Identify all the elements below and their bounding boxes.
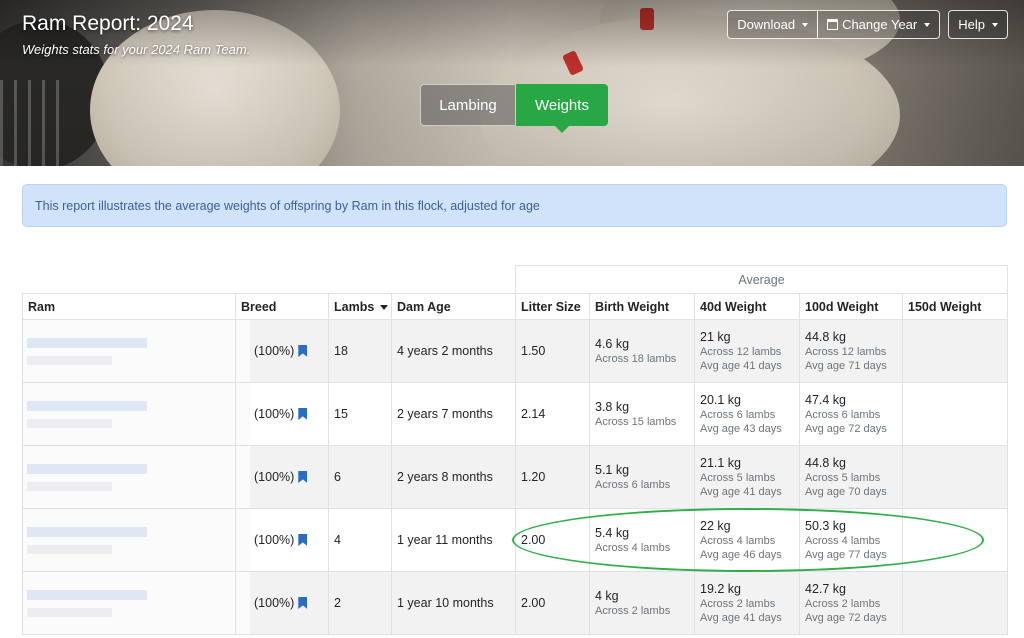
birth-weight-cell: 5.1 kg Across 6 lambs <box>589 445 695 509</box>
100d-weight-cell: 47.4 kg Across 6 lambs Avg age 72 days <box>799 382 903 446</box>
bookmark-icon[interactable] <box>298 345 308 357</box>
info-alert: This report illustrates the average weig… <box>22 184 1007 227</box>
redacted-ram-name <box>23 509 259 571</box>
table-row: (100%) 4 1 year 11 months 2.00 5.4 kg Acr… <box>22 508 1008 572</box>
table-row: (100%) 18 4 years 2 months 1.50 4.6 kg Ac… <box>22 319 1008 383</box>
dam-age-cell: 2 years 8 months <box>391 445 516 509</box>
150d-weight-cell <box>902 571 1008 635</box>
table-row: (100%) 6 2 years 8 months 1.20 5.1 kg Acr… <box>22 445 1008 509</box>
40d-weight-cell: 22 kg Across 4 lambs Avg age 46 days <box>694 508 800 572</box>
tab-weights[interactable]: Weights <box>516 84 608 133</box>
40d-weight-cell: 21 kg Across 12 lambs Avg age 41 days <box>694 319 800 383</box>
change-year-button[interactable]: Change Year <box>817 10 941 39</box>
ram-name-cell[interactable] <box>22 382 259 446</box>
ram-name-cell[interactable] <box>22 445 259 509</box>
table-row: (100%) 15 2 years 7 months 2.14 3.8 kg Ac… <box>22 382 1008 446</box>
bookmark-icon[interactable] <box>298 534 308 546</box>
download-button[interactable]: Download <box>727 10 819 39</box>
col-header-breed[interactable]: Breed <box>235 293 329 320</box>
table-row: (100%) 2 1 year 10 months 2.00 4 kg Acros… <box>22 571 1008 635</box>
ram-name-cell[interactable] <box>22 508 259 572</box>
150d-weight-cell <box>902 382 1008 446</box>
col-header-ram[interactable]: Ram <box>22 293 236 320</box>
col-header-lambs[interactable]: Lambs <box>328 293 392 320</box>
150d-weight-cell <box>902 445 1008 509</box>
lambs-cell: 18 <box>328 319 392 383</box>
150d-weight-cell <box>902 508 1008 572</box>
birth-weight-cell: 4 kg Across 2 lambs <box>589 571 695 635</box>
redacted-ram-name <box>23 383 259 445</box>
dam-age-cell: 4 years 2 months <box>391 319 516 383</box>
lambs-cell: 6 <box>328 445 392 509</box>
weights-table-container: Average Ram Breed Lambs Dam Age Litter S… <box>22 265 1008 635</box>
lambs-cell: 4 <box>328 508 392 572</box>
40d-weight-cell: 21.1 kg Across 5 lambs Avg age 41 days <box>694 445 800 509</box>
birth-weight-cell: 5.4 kg Across 4 lambs <box>589 508 695 572</box>
col-header-150d-weight[interactable]: 150d Weight <box>902 293 1008 320</box>
redacted-ram-name <box>23 320 259 382</box>
caret-down-icon <box>992 22 998 27</box>
help-button[interactable]: Help <box>948 10 1008 39</box>
ram-name-cell[interactable] <box>22 571 259 635</box>
40d-weight-cell: 19.2 kg Across 2 lambs Avg age 41 days <box>694 571 800 635</box>
col-header-birth-weight[interactable]: Birth Weight <box>589 293 695 320</box>
birth-weight-cell: 4.6 kg Across 18 lambs <box>589 319 695 383</box>
toolbar: Download Change Year Help <box>727 10 1008 39</box>
150d-weight-cell <box>902 319 1008 383</box>
breed-cell: (100%) <box>235 319 329 383</box>
page-subtitle: Weights stats for your 2024 Ram Team. <box>22 42 251 57</box>
redacted-ram-name <box>23 572 259 634</box>
tab-lambing[interactable]: Lambing <box>420 84 516 126</box>
sort-desc-icon <box>380 304 389 310</box>
col-header-litter-size[interactable]: Litter Size <box>515 293 590 320</box>
dam-age-cell: 1 year 10 months <box>391 571 516 635</box>
calendar-icon <box>827 19 839 30</box>
dam-age-cell: 1 year 11 months <box>391 508 516 572</box>
average-group-header: Average <box>515 265 1008 294</box>
col-header-100d-weight[interactable]: 100d Weight <box>799 293 903 320</box>
breed-cell: (100%) <box>235 571 329 635</box>
info-alert-text: This report illustrates the average weig… <box>35 198 540 213</box>
report-tabs: Lambing Weights <box>420 84 608 133</box>
litter-size-cell: 2.00 <box>515 571 590 635</box>
litter-size-cell: 2.14 <box>515 382 590 446</box>
caret-down-icon <box>802 22 809 27</box>
breed-cell: (100%) <box>235 508 329 572</box>
weights-table: Average Ram Breed Lambs Dam Age Litter S… <box>22 265 1008 635</box>
ram-name-cell[interactable] <box>22 319 259 383</box>
bookmark-icon[interactable] <box>298 471 308 483</box>
litter-size-cell: 2.00 <box>515 508 590 572</box>
100d-weight-cell: 44.8 kg Across 12 lambs Avg age 71 days <box>799 319 903 383</box>
100d-weight-cell: 42.7 kg Across 2 lambs Avg age 72 days <box>799 571 903 635</box>
litter-size-cell: 1.50 <box>515 319 590 383</box>
bookmark-icon[interactable] <box>298 597 308 609</box>
lambs-cell: 2 <box>328 571 392 635</box>
dam-age-cell: 2 years 7 months <box>391 382 516 446</box>
lambs-cell: 15 <box>328 382 392 446</box>
hero-banner: Ram Report: 2024 Weights stats for your … <box>0 0 1024 166</box>
col-header-40d-weight[interactable]: 40d Weight <box>694 293 800 320</box>
breed-cell: (100%) <box>235 382 329 446</box>
40d-weight-cell: 20.1 kg Across 6 lambs Avg age 43 days <box>694 382 800 446</box>
birth-weight-cell: 3.8 kg Across 15 lambs <box>589 382 695 446</box>
redacted-ram-name <box>23 446 259 508</box>
caret-down-icon <box>924 22 931 27</box>
litter-size-cell: 1.20 <box>515 445 590 509</box>
breed-cell: (100%) <box>235 445 329 509</box>
bookmark-icon[interactable] <box>298 408 308 420</box>
100d-weight-cell: 44.8 kg Across 5 lambs Avg age 70 days <box>799 445 903 509</box>
100d-weight-cell: 50.3 kg Across 4 lambs Avg age 77 days <box>799 508 903 572</box>
page-title: Ram Report: 2024 <box>22 12 194 35</box>
col-header-dam-age[interactable]: Dam Age <box>391 293 516 320</box>
